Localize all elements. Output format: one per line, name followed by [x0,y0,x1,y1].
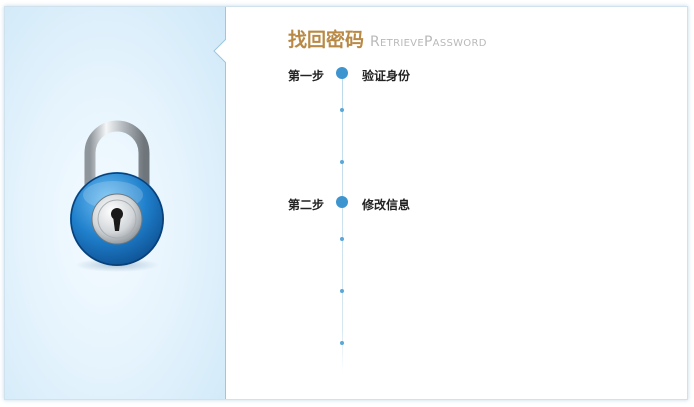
step-2-number: 第二步 [288,198,325,212]
step-1-name[interactable]: 验证身份 [362,67,410,84]
step-1-number: 第一步 [288,69,325,83]
retrieve-password-card: 找回密码 RetrievePassword 第一步 验证身份 第二步 修改信息 [4,6,688,400]
illustration-panel [5,7,226,399]
form-panel: 找回密码 RetrievePassword 第一步 验证身份 第二步 修改信息 [226,7,687,399]
padlock-icon [70,120,164,272]
timeline-dot [340,341,344,345]
page-title: 找回密码 RetrievePassword [288,25,487,52]
step-2-name[interactable]: 修改信息 [362,196,410,213]
page-title-en: RetrievePassword [370,34,487,50]
timeline-dot [340,160,344,164]
step-2-marker [336,196,348,208]
timeline-dot [340,289,344,293]
timeline-dot [340,237,344,241]
panel-pointer-arrow [213,39,226,63]
step-1-marker [336,67,348,79]
page-title-cn: 找回密码 [288,29,365,51]
timeline-dot [340,108,344,112]
step-timeline [342,73,343,373]
